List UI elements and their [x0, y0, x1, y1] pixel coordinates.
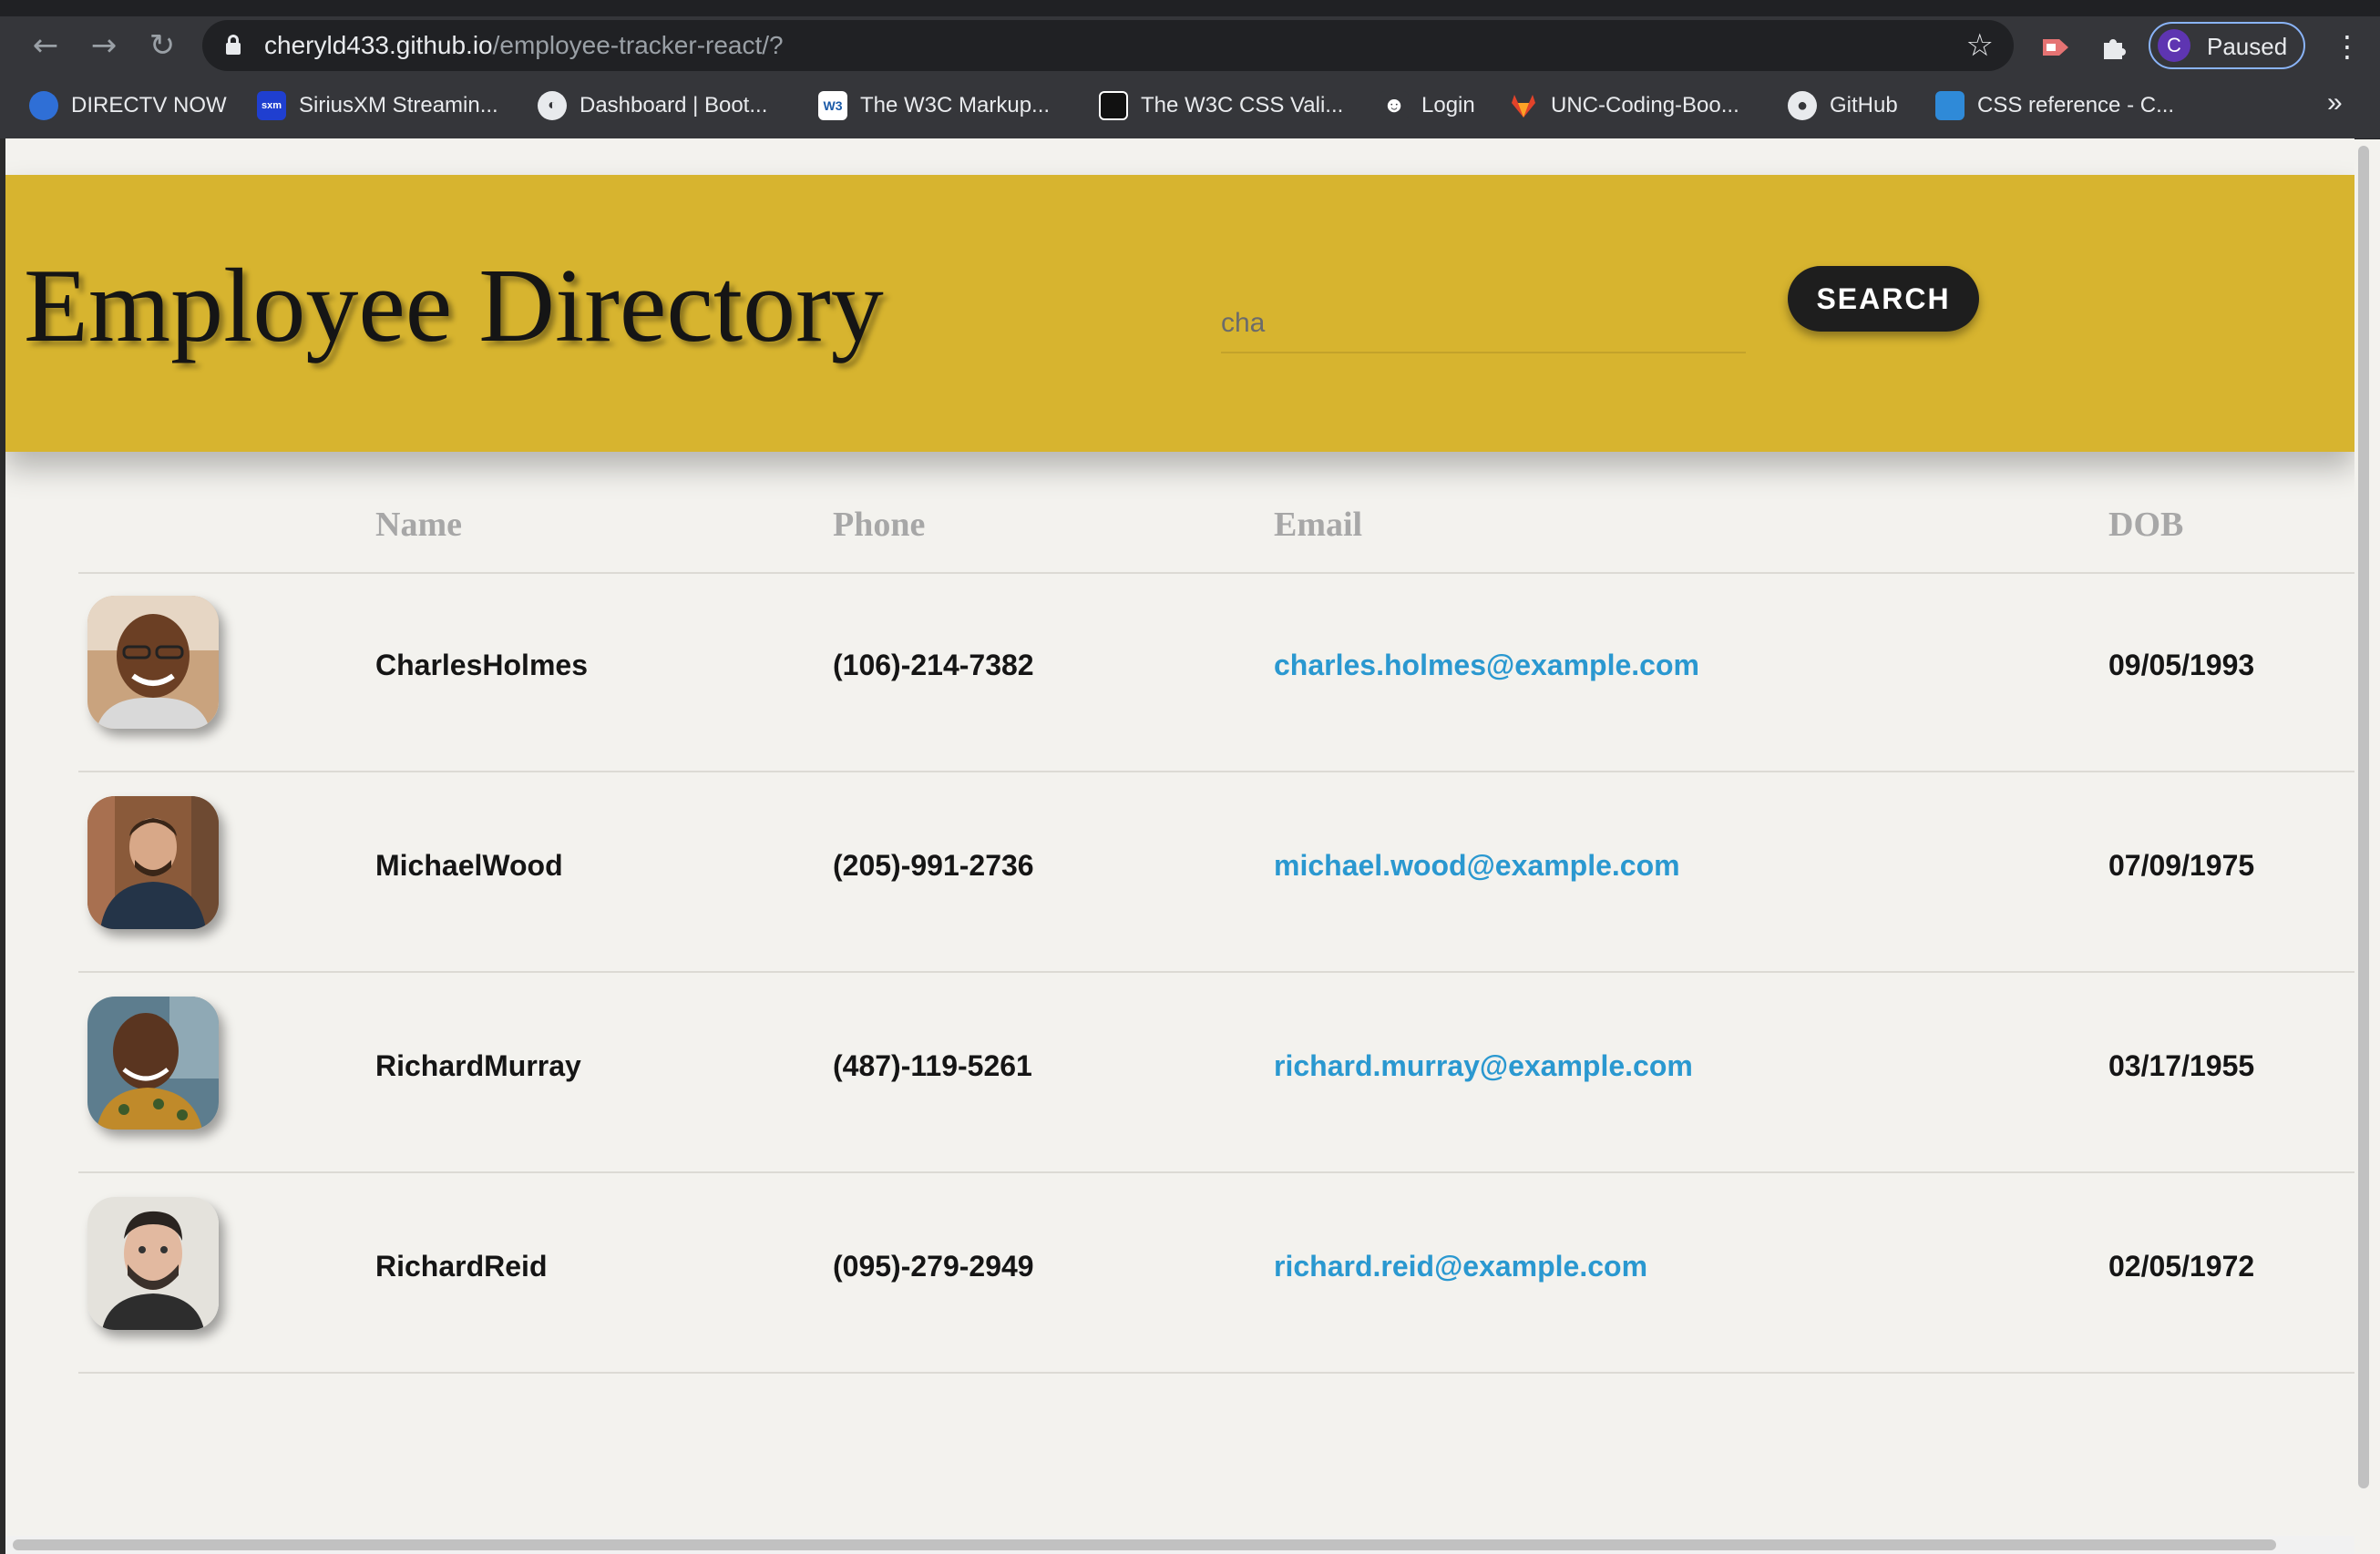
employee-photo [87, 997, 219, 1130]
bookmark-css-reference[interactable]: CSS reference - C... [1935, 89, 2174, 122]
employee-name: CharlesHolmes [375, 649, 588, 681]
address-bar[interactable]: cheryld433.github.io/employee-tracker-re… [202, 20, 2014, 71]
employee-email-link[interactable]: charles.holmes@example.com [1274, 649, 1699, 682]
bookmark-label: GitHub [1830, 93, 1898, 118]
extension-icon[interactable] [2037, 29, 2074, 66]
bookmark-label: DIRECTV NOW [71, 93, 227, 118]
table-row: CharlesHolmes (106)-214-7382 charles.hol… [78, 572, 2354, 772]
lock-icon [226, 35, 241, 55]
profile-button[interactable]: C Paused [2149, 22, 2305, 69]
bookmark-w3c-css[interactable]: The W3C CSS Vali... [1099, 89, 1343, 122]
ninja-icon: ☻ [1380, 91, 1409, 120]
forward-arrow-icon[interactable]: → [84, 26, 124, 66]
horizontal-scrollbar-thumb[interactable] [13, 1539, 2276, 1550]
employee-name: MichaelWood [375, 849, 563, 882]
gitlab-icon [1509, 91, 1538, 120]
employee-email-link[interactable]: michael.wood@example.com [1274, 849, 1680, 883]
directory-header: Employee Directory SEARCH [5, 175, 2354, 452]
employee-phone: (106)-214-7382 [833, 649, 1034, 681]
bookmark-label: The W3C CSS Vali... [1141, 93, 1344, 118]
employee-dob: 02/05/1972 [2108, 1250, 2255, 1283]
bookmark-dashboard[interactable]: ◐ Dashboard | Boot... [538, 89, 767, 122]
tab-strip [0, 0, 2380, 16]
table-row: RichardMurray (487)-119-5261 richard.mur… [78, 973, 2354, 1173]
browser-menu-icon[interactable]: ⋮ [2333, 29, 2362, 64]
employee-photo [87, 596, 219, 729]
bookmark-w3c-markup[interactable]: W3 The W3C Markup... [818, 89, 1050, 122]
employee-photo [87, 1197, 219, 1330]
bookmark-label: Dashboard | Boot... [580, 93, 768, 118]
bookmark-star-icon[interactable]: ☆ [1966, 27, 1994, 64]
bookmark-unc-coding[interactable]: UNC-Coding-Boo... [1509, 89, 1739, 122]
employee-dob: 03/17/1955 [2108, 1049, 2255, 1082]
vertical-scrollbar[interactable] [2356, 142, 2375, 1490]
browser-toolbar: ← → ↻ cheryld433.github.io/employee-trac… [0, 16, 2380, 75]
search-input[interactable] [1221, 295, 1746, 353]
vertical-scrollbar-thumb[interactable] [2358, 146, 2369, 1488]
employee-phone: (205)-991-2736 [833, 849, 1034, 882]
back-arrow-icon[interactable]: ← [26, 26, 66, 66]
column-header-phone[interactable]: Phone [833, 505, 925, 545]
bookmark-label: UNC-Coding-Boo... [1551, 93, 1739, 118]
url-host: cheryld433.github.io [264, 31, 493, 59]
employee-phone: (487)-119-5261 [833, 1049, 1032, 1082]
page-title: Employee Directory [24, 248, 884, 364]
more-bookmarks-chevron-icon[interactable]: » [2327, 87, 2343, 118]
column-header-email[interactable]: Email [1274, 505, 1362, 545]
table-header: Name Phone Email DOB [78, 485, 2354, 574]
bookmarks-bar: DIRECTV NOW sxm SiriusXM Streamin... ◐ D… [0, 75, 2380, 139]
horizontal-scrollbar[interactable] [5, 1536, 2354, 1554]
employee-phone: (095)-279-2949 [833, 1250, 1034, 1283]
employee-name: RichardReid [375, 1250, 548, 1283]
siriusxm-icon: sxm [257, 91, 286, 120]
bookmark-label: Login [1421, 93, 1475, 118]
bookmark-siriusxm[interactable]: sxm SiriusXM Streamin... [257, 89, 498, 122]
w3c-css-icon [1099, 91, 1128, 120]
employee-email-link[interactable]: richard.reid@example.com [1274, 1250, 1647, 1283]
employee-photo [87, 796, 219, 929]
globe-icon: ◐ [538, 91, 567, 120]
bookmark-login[interactable]: ☻ Login [1380, 89, 1475, 122]
search-button[interactable]: SEARCH [1788, 266, 1979, 332]
employee-email-link[interactable]: richard.murray@example.com [1274, 1049, 1693, 1083]
reload-icon[interactable]: ↻ [142, 26, 182, 66]
column-header-dob[interactable]: DOB [2108, 505, 2183, 545]
url-text[interactable]: cheryld433.github.io/employee-tracker-re… [264, 31, 784, 60]
column-header-name[interactable]: Name [375, 505, 462, 545]
url-path: /employee-tracker-react/? [492, 31, 784, 59]
github-icon: ● [1788, 91, 1817, 120]
table-row: MichaelWood (205)-991-2736 michael.wood@… [78, 772, 2354, 973]
bookmark-label: SiriusXM Streamin... [299, 93, 498, 118]
bookmark-label: CSS reference - C... [1977, 93, 2175, 118]
puzzle-extensions-icon[interactable] [2096, 29, 2132, 66]
employee-name: RichardMurray [375, 1049, 581, 1082]
css-reference-icon [1935, 91, 1965, 120]
page-viewport: Employee Directory SEARCH Name Phone Ema… [5, 138, 2354, 1536]
bookmark-github[interactable]: ● GitHub [1788, 89, 1898, 122]
employee-dob: 09/05/1993 [2108, 649, 2255, 681]
employee-dob: 07/09/1975 [2108, 849, 2255, 882]
directv-globe-icon [29, 91, 58, 120]
table-row: RichardReid (095)-279-2949 richard.reid@… [78, 1173, 2354, 1374]
bookmark-directv[interactable]: DIRECTV NOW [29, 89, 227, 122]
profile-avatar: C [2158, 29, 2190, 62]
profile-status: Paused [2207, 33, 2288, 60]
bookmark-label: The W3C Markup... [860, 93, 1051, 118]
w3c-icon: W3 [818, 91, 847, 120]
